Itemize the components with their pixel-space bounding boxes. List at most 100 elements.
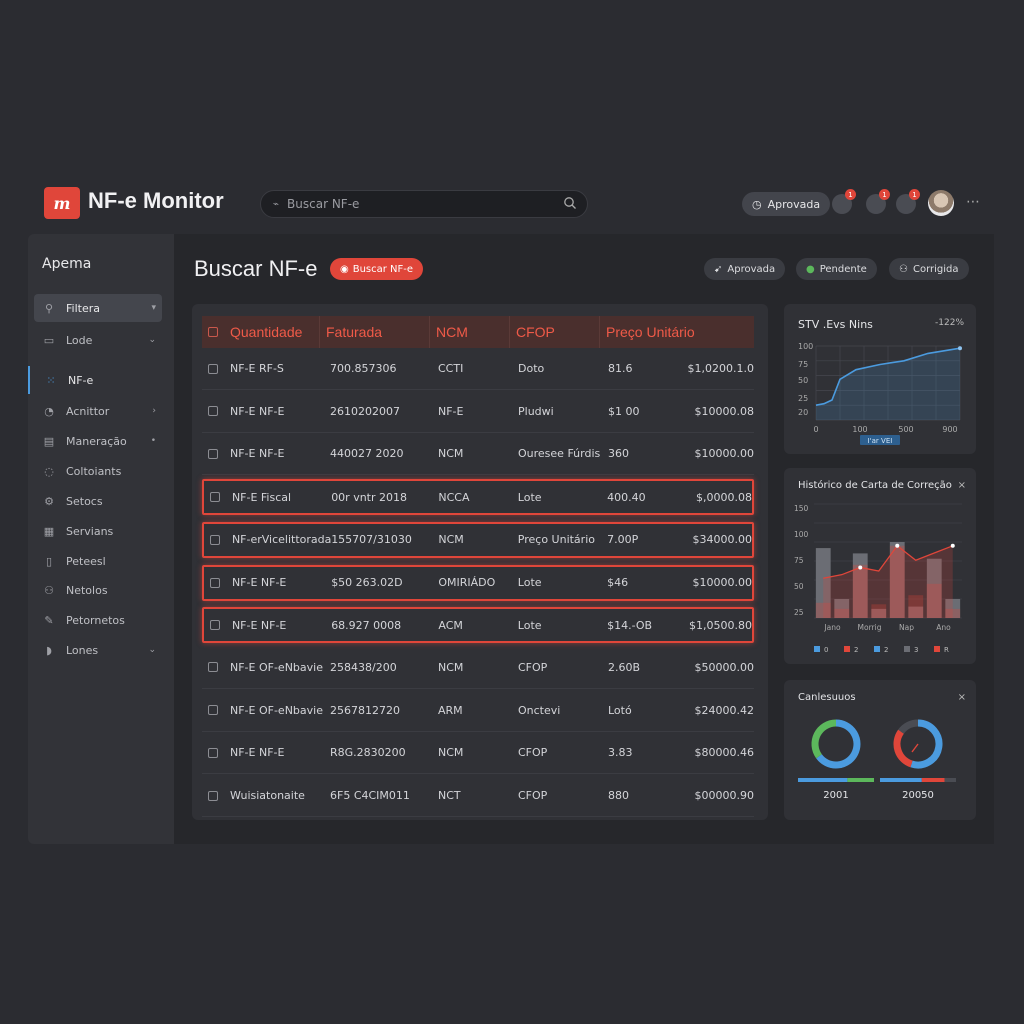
row-checkbox[interactable] (210, 534, 220, 545)
sidebar-item-coltoiants[interactable]: ◌ Coltoiants (34, 457, 162, 485)
table-cell: Wuisiatonaite (230, 789, 305, 802)
table-cell: CCTI (438, 362, 464, 375)
search-icon[interactable] (563, 196, 577, 210)
column-header[interactable]: Quantidade (224, 316, 320, 348)
table-row[interactable]: NF-E NF-E 2610202007 NF-E Pludwi $1 00 $10000… (202, 391, 754, 433)
sidebar-item-nfe[interactable]: ⁙ NF-e (28, 366, 162, 394)
data-point (950, 543, 955, 548)
table-row[interactable]: NF-erVicelittorada 155707/31030 NCM Preço U… (202, 521, 754, 558)
table-cell: Lotó (608, 703, 632, 717)
table-row[interactable]: NF-E NF-E 440027 2020 NCM Ouresee Fúrdis 360… (202, 433, 755, 476)
row-checkbox[interactable] (208, 705, 218, 716)
table-cell: NF-E NF-E (231, 576, 287, 589)
legend-label: 2 (854, 646, 858, 654)
table-row[interactable]: NF-E NF-E R8G.2830200 NCM CFOP 3.83 $80000.46 (202, 732, 754, 775)
progress-segment (798, 778, 848, 782)
bar-chart-card: Histórico de Carta de Correção × 150 100 7… (784, 468, 976, 664)
chat-icon[interactable]: 1 (866, 189, 890, 214)
row-checkbox[interactable] (210, 492, 220, 503)
chevron-down-icon: ⌄ (148, 335, 156, 345)
avatar[interactable] (928, 190, 954, 216)
filter-aprovada-button[interactable]: ➹ Aprovada (704, 258, 786, 280)
table-cell: NCM (438, 533, 464, 547)
sidebar-item-label: Petornetos (66, 613, 125, 627)
sidebar-item-petornetos[interactable]: ✎ Petornetos (34, 606, 162, 634)
table-cell: 360 (608, 447, 629, 461)
filter-pendente-button[interactable]: ● Pendente (796, 258, 877, 280)
column-header[interactable]: CFOP (510, 316, 600, 348)
table-cell: Lote (517, 618, 542, 632)
y-tick-label: 20 (798, 408, 808, 417)
sidebar-item-filtera[interactable]: ⚲ Filtera ▾ (34, 294, 162, 322)
row-checkbox[interactable] (208, 662, 218, 673)
y-tick-label: 25 (798, 394, 808, 403)
table-row[interactable]: NF-E NF-E $50 263.02D OMIRIÁDO Lote $46 $1000… (202, 564, 754, 601)
y-tick-label: 75 (794, 556, 804, 565)
row-checkbox[interactable] (208, 363, 218, 374)
donut-slice (811, 719, 837, 759)
table-cell: $14.-OB (607, 618, 653, 632)
select-all-checkbox[interactable] (202, 316, 224, 348)
table-row[interactable]: NF-E OF-eNbavie 2567812720 ARM Onctevi Lotó $… (202, 690, 754, 732)
sidebar-item-netolos[interactable]: ⚇ Netolos (34, 576, 162, 604)
table-cell: CFOP (518, 746, 548, 760)
table-cell: NF-E Fiscal (231, 490, 292, 504)
table-cell: 700.857306 (330, 362, 397, 375)
table-cell: NF-E NF-E (231, 618, 287, 632)
column-header[interactable]: Preço Unitário (600, 316, 754, 348)
chevron-icon: • (150, 436, 156, 446)
row-checkbox[interactable] (210, 620, 220, 631)
bell-icon: ◗ (46, 643, 52, 657)
search-nfe-button[interactable]: ◉ Buscar NF-e (330, 258, 424, 280)
bell-icon[interactable]: 1 (832, 189, 856, 214)
table-row[interactable]: NF-E NF-E 68.927 0008 ACM Lote $14.-OB $1,050… (202, 607, 754, 644)
table-cell: NF-E NF-E (230, 447, 285, 461)
table-row[interactable]: NF-E Fiscal 00r vntr 2018 NCCA Lote 400.40 $,… (202, 479, 754, 516)
approved-filter-label: Aprovada (767, 197, 821, 211)
table-cell: Lote (517, 490, 542, 504)
donut-label: 20050 (902, 790, 934, 801)
table-cell: NCM (438, 447, 464, 461)
donut-chart: 2001 20050 (798, 719, 956, 801)
more-icon[interactable]: ⋯ (966, 194, 980, 210)
app-logo[interactable]: m (44, 187, 80, 219)
search-input[interactable]: ⌁ Buscar NF-e (260, 190, 588, 218)
row-checkbox[interactable] (208, 790, 218, 801)
sidebar-item-setocs[interactable]: ⚙ Setocs (34, 487, 162, 515)
x-tick-label: Morrig (858, 623, 882, 632)
sidebar-item-servians[interactable]: ▦ Servians (34, 517, 162, 545)
data-point (858, 565, 863, 570)
table-cell: $10000.00 (694, 447, 755, 461)
sidebar-item-lode[interactable]: ▭ Lode ⌄ (34, 326, 162, 354)
table-row[interactable]: NF-E RF-S 700.857306 CCTI Doto 81.6 $1,0200.1… (202, 348, 754, 390)
table-cell: $24000.42 (694, 703, 755, 717)
row-checkbox[interactable] (208, 406, 218, 417)
table-row[interactable]: NF-E OF-eNbavie 258438/200 NCM CFOP 2.60B $50… (202, 647, 754, 689)
column-header[interactable]: NCM (430, 316, 510, 348)
table-cell: Doto (518, 362, 545, 375)
sidebar-item-label: Maneração (66, 434, 127, 448)
sidebar-item-peteesl[interactable]: ▯ Peteesl (34, 547, 162, 575)
table-row[interactable]: Wuisiatonaite 6F5 C4CIM011 NCT CFOP 880 $0000… (202, 775, 754, 817)
approved-filter-button[interactable]: ◷ Aprovada (742, 192, 831, 216)
app-title: NF-e Monitor (88, 188, 224, 213)
row-checkbox[interactable] (208, 747, 218, 758)
settings-icon[interactable]: 1 (896, 189, 920, 214)
sidebar-item-acnittor[interactable]: ◔ Acnittor › (34, 397, 162, 425)
table-cell: NCM (438, 746, 464, 760)
filter-corrigida-button[interactable]: ⚇ Corrigida (889, 258, 969, 280)
row-checkbox[interactable] (210, 577, 220, 588)
legend-swatch (874, 646, 880, 652)
table-cell: Pludwi (518, 404, 554, 418)
column-header[interactable]: Faturada (320, 316, 430, 348)
x-tick-label: Ano (936, 623, 951, 632)
table-cell: OMIRIÁDO (438, 576, 496, 589)
sidebar-item-maneracao[interactable]: ▤ Maneração • (34, 427, 162, 455)
search-nfe-label: Buscar NF-e (352, 263, 414, 275)
table-cell: NCT (438, 789, 461, 802)
calendar-icon: ▦ (43, 524, 55, 538)
sidebar-item-label: Netolos (66, 583, 108, 597)
sidebar-item-lones[interactable]: ◗ Lones ⌄ (34, 636, 162, 664)
row-checkbox[interactable] (208, 448, 218, 459)
page-title: Buscar NF-e (194, 256, 318, 281)
